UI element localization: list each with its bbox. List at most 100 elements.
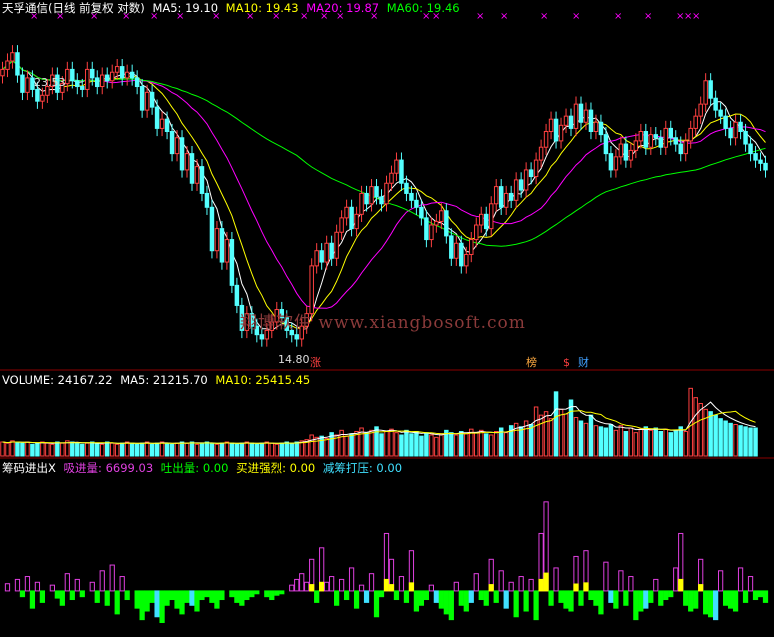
candle-down	[419, 206, 424, 219]
volume-bar	[349, 433, 354, 457]
spit-bar	[558, 590, 564, 603]
spit-bar	[169, 590, 175, 601]
spit-bar	[179, 590, 185, 615]
volume-bar	[638, 428, 644, 457]
candle-up	[633, 140, 639, 151]
moving-average-lines	[2, 60, 766, 331]
spit-bar	[668, 590, 674, 598]
candle-down	[508, 192, 514, 201]
absorb-bar	[398, 576, 405, 592]
candle-down	[718, 109, 723, 117]
volume-bar	[598, 426, 604, 457]
candle-down	[259, 334, 265, 340]
candle-down	[678, 143, 683, 155]
price-header: 天孚通信(日线 前复权 对数) MA5: 19.10 MA10: 19.43 M…	[2, 1, 464, 15]
spit-bar	[54, 590, 60, 599]
spit-bar	[568, 590, 574, 612]
spit-bar	[693, 590, 699, 609]
volume-bar	[673, 429, 678, 457]
candle-up	[369, 186, 374, 205]
candle-up	[85, 68, 90, 90]
absorb-bar	[737, 567, 744, 592]
candle-up	[573, 103, 579, 129]
spit-bar	[703, 590, 709, 615]
volume-bar	[583, 422, 589, 457]
candle-up	[344, 206, 349, 219]
spit-bar	[403, 590, 410, 603]
spit-bar	[343, 590, 350, 601]
volume-bar	[464, 433, 469, 457]
volume-bar	[588, 414, 594, 457]
volume-bar	[15, 441, 20, 457]
candle-down	[623, 143, 629, 161]
candle-down	[219, 228, 225, 263]
candle-down	[104, 74, 110, 82]
volume-bar	[209, 442, 215, 457]
spit-bar	[663, 590, 669, 601]
ma60-value: MA60: 19.46	[386, 1, 460, 15]
spit-bar	[244, 590, 250, 601]
strong-bar	[383, 578, 390, 592]
candle-up	[159, 118, 165, 129]
spit-bar	[219, 590, 225, 601]
volume-bar	[459, 431, 464, 457]
volume-bar	[189, 441, 195, 457]
candle-down	[643, 131, 649, 148]
volume-bar	[434, 436, 439, 457]
candle-down	[149, 91, 155, 108]
candle-up	[40, 94, 45, 102]
absorb-bar	[4, 583, 11, 592]
candle-up	[439, 210, 444, 222]
indicator-title: 筹码进出X	[2, 461, 56, 475]
volume-bar	[194, 443, 200, 457]
candle-down	[713, 97, 718, 111]
absorb-bar	[109, 564, 115, 592]
candle-down	[424, 217, 429, 241]
volume-bar	[154, 442, 160, 457]
volume-bar	[219, 442, 225, 457]
volume-bar	[279, 442, 285, 457]
candle-down	[80, 86, 85, 90]
candle-up	[0, 68, 5, 77]
volume-bar	[658, 431, 664, 457]
candle-up	[533, 159, 539, 178]
spit-bar	[438, 590, 444, 609]
strong-bar	[488, 584, 494, 592]
volume-bar	[573, 417, 579, 457]
reduce-bar	[363, 590, 370, 603]
candle-down	[234, 284, 240, 306]
absorb-bar	[653, 578, 659, 592]
candle-down	[758, 159, 763, 164]
volume-bar	[239, 442, 245, 457]
volume-bar	[404, 429, 409, 457]
volume-bar	[0, 441, 5, 457]
candle-down	[578, 103, 584, 123]
volume-bar	[488, 434, 494, 457]
reduce-value: 减筹打压: 0.00	[322, 461, 403, 475]
absorb-bar	[528, 578, 534, 592]
volume-bar	[663, 428, 669, 457]
candle-down	[483, 213, 489, 230]
candle-up	[65, 68, 70, 85]
volume-bar	[5, 442, 10, 457]
spit-bar	[274, 590, 280, 596]
volume-bar	[269, 442, 275, 457]
spit-bar	[144, 590, 150, 612]
x-marker: ×	[500, 11, 508, 22]
x-marker: ×	[614, 11, 622, 22]
indicator-bars	[4, 501, 769, 624]
volume-bar	[179, 441, 185, 457]
candle-down	[603, 134, 609, 155]
candle-down	[199, 166, 205, 194]
candle-up	[464, 253, 469, 267]
spit-bar	[448, 590, 454, 621]
candle-down	[653, 134, 659, 139]
candle-up	[469, 239, 474, 255]
spit-bar	[732, 590, 739, 612]
x-marker: ×	[644, 11, 652, 22]
spit-bar	[633, 590, 639, 621]
candle-down	[35, 88, 40, 102]
volume-bar	[144, 441, 150, 457]
candle-up	[563, 115, 569, 126]
spit-bar	[593, 590, 599, 606]
